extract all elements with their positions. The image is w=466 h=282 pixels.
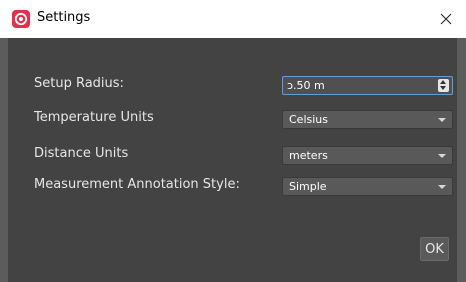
- spin-buttons[interactable]: [438, 79, 449, 92]
- distance-units-value: meters: [289, 149, 328, 162]
- close-button[interactable]: [426, 0, 466, 38]
- chevron-down-icon: [438, 154, 446, 158]
- settings-panel: Setup Radius: ɔ.50 m Temperature Units C…: [8, 38, 457, 282]
- close-icon: [440, 13, 452, 25]
- setup-radius-label: Setup Radius:: [34, 76, 124, 91]
- spin-down-icon[interactable]: [440, 86, 446, 90]
- annotation-style-select[interactable]: Simple: [282, 177, 453, 196]
- window-title: Settings: [37, 10, 91, 25]
- temperature-units-label: Temperature Units: [34, 110, 154, 125]
- window-frame-right: [457, 38, 466, 282]
- distance-units-select[interactable]: meters: [282, 146, 453, 165]
- temperature-units-select[interactable]: Celsius: [282, 110, 453, 129]
- chevron-down-icon: [438, 118, 446, 122]
- window-frame-left: [0, 38, 8, 282]
- annotation-style-label: Measurement Annotation Style:: [34, 177, 240, 192]
- spin-up-icon[interactable]: [440, 80, 446, 84]
- annotation-style-value: Simple: [289, 180, 327, 193]
- ok-button[interactable]: OK: [420, 237, 449, 261]
- distance-units-label: Distance Units: [34, 146, 129, 161]
- setup-radius-value: ɔ.50 m: [287, 79, 325, 92]
- temperature-units-value: Celsius: [289, 113, 328, 126]
- settings-window: Settings Setup Radius: ɔ.50 m Temperatur…: [0, 0, 466, 282]
- title-bar: Settings: [0, 0, 466, 39]
- setup-radius-spinbox[interactable]: ɔ.50 m: [282, 76, 453, 95]
- chevron-down-icon: [438, 185, 446, 189]
- app-logo-icon: [12, 10, 30, 28]
